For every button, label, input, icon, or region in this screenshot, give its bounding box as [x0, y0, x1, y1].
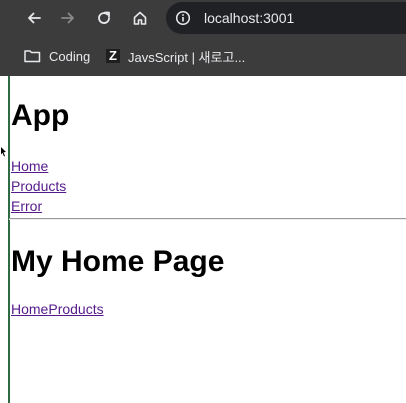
nav-link-products[interactable]: Products	[11, 176, 66, 196]
reload-icon	[98, 11, 110, 24]
bookmark-label: JavsScript | 새로고...	[128, 49, 246, 65]
bookmarks-bar: Coding Z JavsScript | 새로고...	[0, 37, 406, 76]
browser-chrome: localhost:3001 Coding Z JavsScript | 새로고…	[0, 0, 406, 76]
info-icon[interactable]	[175, 10, 191, 26]
page-title: My Home Page	[11, 245, 225, 278]
nav-link-home[interactable]: Home	[11, 156, 48, 176]
forward-button[interactable]	[56, 6, 80, 30]
inline-link-row: HomeProducts	[11, 299, 104, 319]
home-button[interactable]	[128, 6, 152, 30]
inline-link-products[interactable]: Products	[48, 301, 103, 317]
bookmark-label: Coding	[49, 48, 91, 64]
window-edge-divider	[8, 76, 10, 403]
home-icon	[133, 11, 147, 25]
url-text[interactable]: localhost:3001	[204, 10, 294, 26]
folder-icon	[24, 50, 41, 63]
reload-button[interactable]	[92, 6, 116, 30]
address-bar[interactable]: localhost:3001	[166, 2, 406, 34]
z-logo-icon: Z	[106, 49, 120, 63]
back-button[interactable]	[22, 6, 46, 30]
left-gutter	[0, 76, 8, 403]
browser-toolbar: localhost:3001	[0, 0, 406, 37]
cursor-icon	[1, 147, 6, 157]
main-nav: Home Products Error	[11, 156, 66, 216]
arrow-right-icon	[61, 12, 74, 24]
bookmark-javascript[interactable]: Z JavsScript | 새로고...	[106, 45, 245, 67]
app-heading: App	[11, 99, 70, 132]
bookmark-coding[interactable]: Coding	[24, 45, 90, 67]
arrow-left-icon	[28, 12, 41, 24]
nav-link-error[interactable]: Error	[11, 196, 42, 216]
inline-link-home[interactable]: Home	[11, 301, 48, 317]
horizontal-rule	[9, 218, 406, 220]
